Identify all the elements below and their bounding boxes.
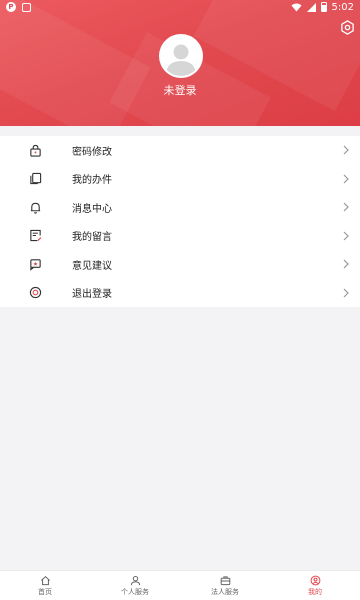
tab-label: 个人服务 (121, 587, 149, 596)
menu-item-message-center[interactable]: 消息中心 (0, 193, 360, 222)
notification-p-icon: P (6, 2, 16, 12)
tab-label: 我的 (308, 587, 322, 596)
status-time: 5:02 (331, 1, 354, 13)
menu-item-label: 消息中心 (72, 203, 112, 215)
menu-item-my-messages[interactable]: 我的留言 (0, 222, 360, 251)
wifi-icon (291, 3, 302, 11)
documents-icon (28, 172, 42, 186)
bottom-tab-bar: 首页 个人服务 法人服务 我的 (0, 570, 360, 600)
default-avatar-icon (166, 44, 196, 76)
chevron-right-icon (343, 174, 349, 183)
briefcase-icon (220, 575, 230, 585)
menu-item-label: 我的办件 (72, 175, 112, 187)
menu-item-label: 密码修改 (72, 146, 112, 158)
profile-header: P 5:02 未登录 (0, 0, 360, 126)
menu-item-logout[interactable]: 退出登录 (0, 279, 360, 308)
battery-icon (320, 2, 327, 12)
avatar[interactable] (159, 34, 203, 78)
chevron-right-icon (343, 259, 349, 269)
home-icon (40, 575, 50, 585)
chevron-right-icon (343, 231, 349, 240)
chevron-right-icon (343, 145, 349, 155)
login-status-label[interactable]: 未登录 (0, 82, 360, 98)
menu-item-feedback[interactable]: 意见建议 (0, 250, 360, 279)
person-icon (130, 575, 140, 585)
notification-app-icon (22, 2, 31, 12)
bell-icon (28, 200, 42, 214)
tab-home[interactable]: 首页 (0, 571, 90, 600)
status-bar: P 5:02 (0, 0, 360, 14)
menu-item-label: 退出登录 (72, 289, 112, 301)
signal-icon (306, 2, 316, 12)
tab-corporate-services[interactable]: 法人服务 (180, 571, 270, 600)
note-icon (28, 229, 42, 243)
chevron-right-icon (343, 202, 349, 212)
tab-label: 首页 (38, 587, 52, 596)
feedback-icon (28, 257, 42, 271)
logout-icon (28, 286, 42, 300)
chevron-right-icon (343, 288, 349, 297)
lock-icon (28, 143, 42, 157)
menu-item-change-password[interactable]: 密码修改 (0, 136, 360, 165)
menu-item-label: 我的留言 (72, 232, 112, 244)
settings-menu: 密码修改 我的办件 消息中心 我的留言 意见建议 退出登录 (0, 136, 360, 307)
tab-label: 法人服务 (211, 587, 239, 596)
settings-button[interactable] (338, 18, 356, 36)
menu-item-my-cases[interactable]: 我的办件 (0, 165, 360, 194)
tab-personal-services[interactable]: 个人服务 (90, 571, 180, 600)
tab-mine[interactable]: 我的 (270, 571, 360, 600)
settings-icon (340, 19, 354, 35)
menu-item-label: 意见建议 (72, 260, 112, 272)
profile-icon (310, 575, 320, 585)
